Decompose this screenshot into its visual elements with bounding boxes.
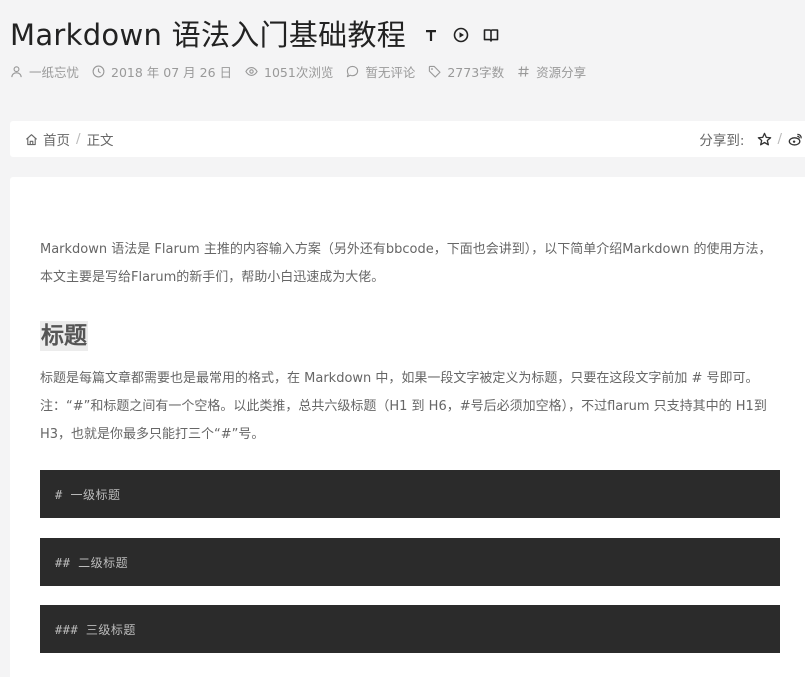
meta-author[interactable]: 一纸忘忧	[10, 62, 79, 81]
title-row: Markdown 语法入门基础教程	[10, 12, 500, 54]
breadcrumb-current: 正文	[86, 133, 114, 149]
qq-icon[interactable]	[756, 131, 772, 147]
user-icon	[11, 66, 22, 78]
code-block: # 一级标题	[40, 470, 780, 518]
post-meta: 一纸忘忧 2018 年 07 月 26 日 1051次浏览 暂无评论 2773字…	[10, 62, 599, 81]
weibo-icon[interactable]	[787, 131, 803, 147]
book-icon[interactable]	[482, 26, 500, 44]
category-name: 资源分享	[536, 65, 587, 80]
meta-category[interactable]: 资源分享	[517, 62, 586, 81]
share-bar: 分享到: /	[699, 129, 805, 149]
meta-comments[interactable]: 暂无评论	[346, 62, 415, 81]
meta-word-count: 2773字数	[428, 62, 504, 81]
word-count: 2773字数	[447, 65, 505, 80]
post-date: 2018 年 07 月 26 日	[111, 65, 233, 80]
code-block: ## 二级标题	[40, 538, 780, 586]
meta-views: 1051次浏览	[245, 62, 333, 81]
title-tools	[422, 26, 500, 44]
comment-icon	[347, 65, 359, 78]
article-card: Markdown 语法是 Flarum 主推的内容输入方案（另外还有bbcode…	[10, 177, 805, 677]
code-block: ### 三级标题	[40, 605, 780, 653]
comment-count: 暂无评论	[365, 65, 416, 80]
post-title: Markdown 语法入门基础教程	[10, 18, 407, 52]
breadcrumb-separator: /	[76, 131, 81, 147]
play-icon[interactable]	[452, 26, 470, 44]
author-name: 一纸忘忧	[29, 65, 80, 80]
share-label: 分享到:	[699, 133, 745, 149]
hash-icon	[518, 66, 529, 77]
intro-paragraph: Markdown 语法是 Flarum 主推的内容输入方案（另外还有bbcode…	[40, 242, 772, 285]
meta-date: 2018 年 07 月 26 日	[92, 62, 232, 81]
breadcrumb: 首页 / 正文	[25, 129, 114, 149]
heading-paragraph: 标题是每篇文章都需要也是最常用的格式，在 Markdown 中，如果一段文字被定…	[40, 371, 767, 442]
text-size-icon[interactable]	[422, 26, 440, 44]
view-count: 1051次浏览	[264, 65, 334, 80]
breadcrumb-bar: 首页 / 正文 分享到: /	[10, 121, 805, 157]
post-header: Markdown 语法入门基础教程 一纸忘忧 2018 年 07 月 26 日 …	[0, 0, 805, 102]
home-icon	[26, 133, 37, 145]
tag-icon	[429, 65, 441, 78]
breadcrumb-home[interactable]: 首页	[43, 129, 70, 149]
eye-icon	[245, 67, 258, 76]
share-separator: /	[777, 131, 782, 147]
clock-icon	[92, 65, 105, 78]
section-heading: 标题	[40, 321, 88, 351]
